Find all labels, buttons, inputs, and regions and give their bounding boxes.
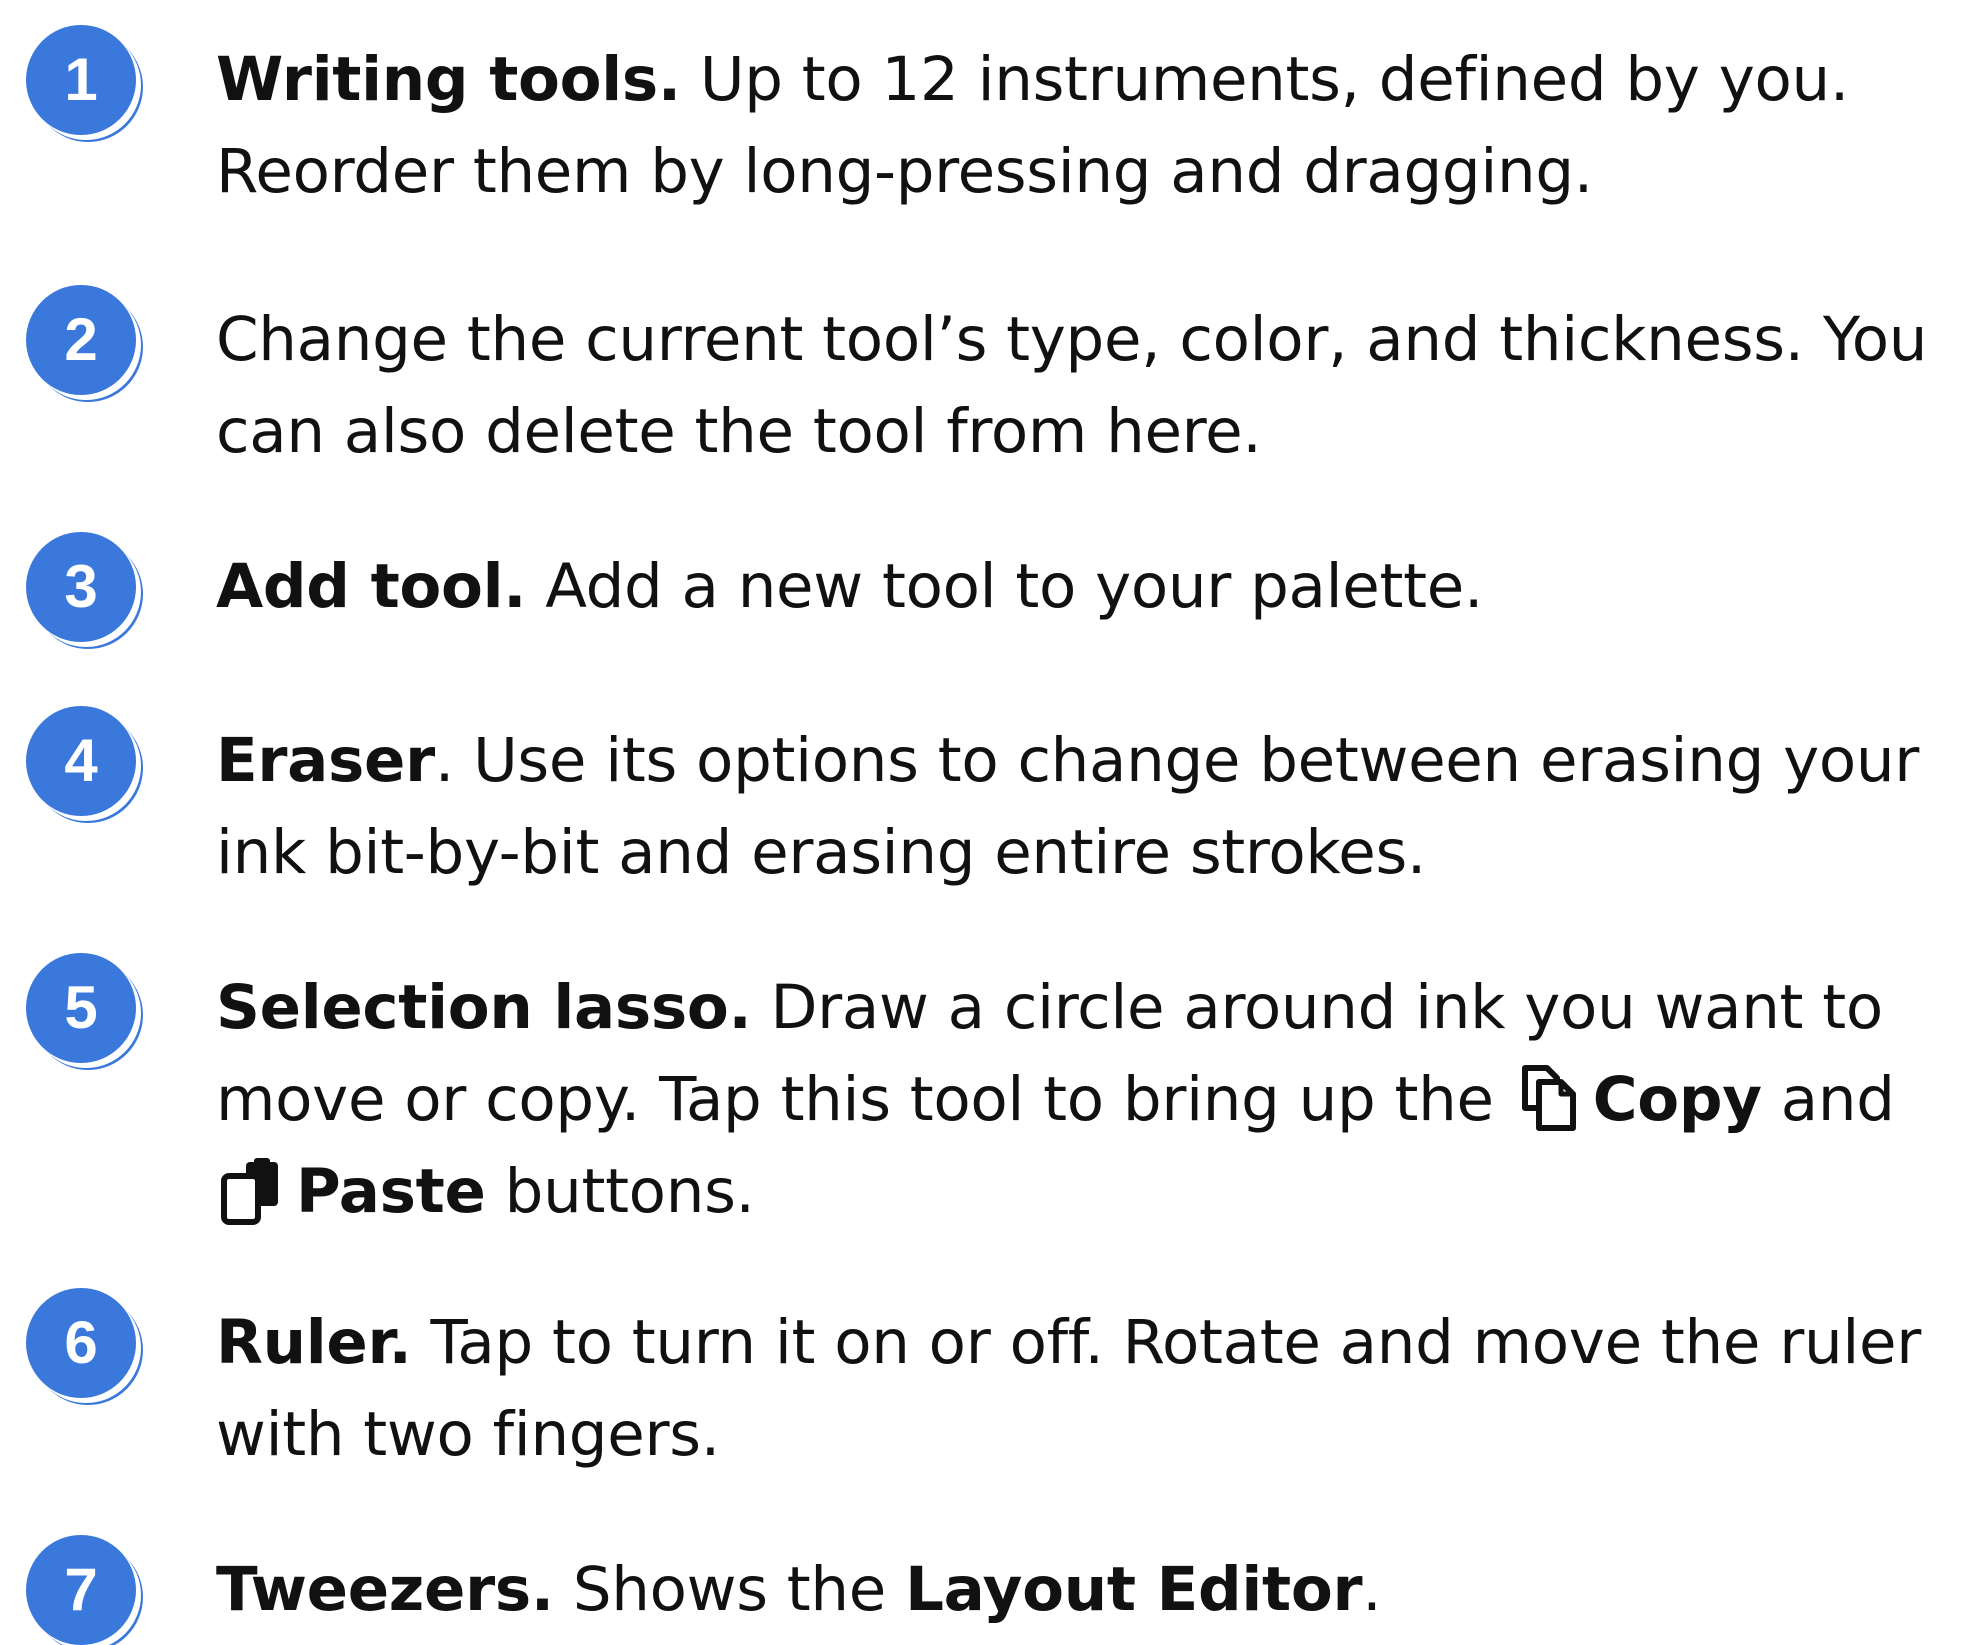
item-desc-5d: buttons.	[485, 1156, 755, 1227]
item-desc-5a: Draw a circle around ink you want to	[751, 972, 1883, 1043]
layout-editor-label: Layout Editor	[905, 1554, 1363, 1625]
item-desc-5b: move or copy. Tap this tool to bring up …	[216, 1064, 1513, 1135]
step-badge-4: 4	[26, 706, 136, 816]
paste-icon	[216, 1156, 286, 1226]
item-desc-6b: with two fingers.	[216, 1399, 720, 1470]
step-badge-2: 2	[26, 285, 136, 395]
item-desc-7a: Shows the	[553, 1554, 906, 1625]
item-desc-3a: Add a new tool to your palette.	[526, 551, 1484, 622]
step-badge-7: 7	[26, 1535, 136, 1645]
step-badge-6: 6	[26, 1288, 136, 1398]
item-desc-2b: can also delete the tool from here.	[216, 396, 1262, 467]
item-title-1: Writing tools.	[216, 44, 681, 115]
step-badge-3: 3	[26, 532, 136, 642]
step-badge-5: 5	[26, 953, 136, 1063]
item-desc-1a: Up to 12 instruments, defined by you.	[680, 44, 1849, 115]
item-title-5: Selection lasso.	[216, 972, 752, 1043]
item-text-5: Selection lasso. Draw a circle around in…	[216, 962, 1956, 1238]
copy-label: Copy	[1592, 1064, 1762, 1135]
item-desc-4a: . Use its options to change between eras…	[434, 725, 1920, 796]
item-desc-6a: Tap to turn it on or off. Rotate and mov…	[411, 1307, 1922, 1378]
item-text-6: Ruler. Tap to turn it on or off. Rotate …	[216, 1297, 1956, 1481]
item-text-4: Eraser. Use its options to change betwee…	[216, 715, 1956, 899]
item-desc-7b: .	[1362, 1554, 1382, 1625]
item-text-2: Change the current tool’s type, color, a…	[216, 294, 1956, 478]
item-desc-5c: and	[1761, 1064, 1895, 1135]
copy-icon	[1513, 1064, 1583, 1134]
paste-label: Paste	[296, 1156, 486, 1227]
item-text-1: Writing tools. Up to 12 instruments, def…	[216, 34, 1956, 218]
item-title-7: Tweezers.	[216, 1554, 554, 1625]
item-text-3: Add tool. Add a new tool to your palette…	[216, 541, 1956, 633]
step-badge-1: 1	[26, 25, 136, 135]
item-text-7: Tweezers. Shows the Layout Editor.	[216, 1544, 1956, 1636]
item-desc-1b: Reorder them by long-pressing and draggi…	[216, 136, 1593, 207]
item-desc-2a: Change the current tool’s type, color, a…	[216, 304, 1928, 375]
item-title-3: Add tool.	[216, 551, 527, 622]
item-title-6: Ruler.	[216, 1307, 412, 1378]
item-desc-4b: ink bit-by-bit and erasing entire stroke…	[216, 817, 1427, 888]
item-title-4: Eraser	[216, 725, 435, 796]
